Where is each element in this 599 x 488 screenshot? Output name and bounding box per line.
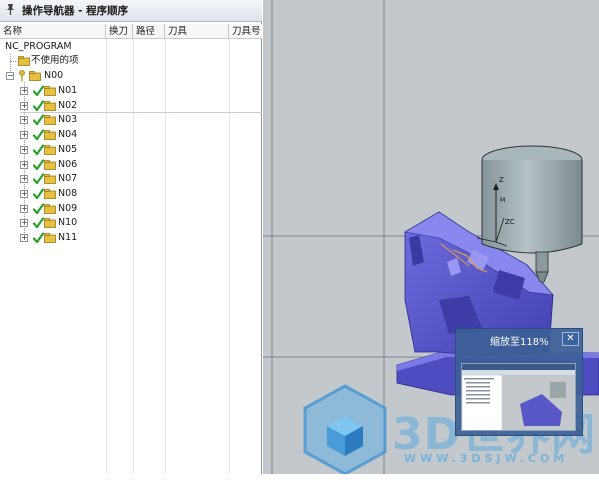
- program-folder-icon: [44, 130, 56, 140]
- expand-plus-icon[interactable]: +: [20, 116, 28, 125]
- program-folder-icon: [44, 233, 56, 243]
- zoom-preview-thumbnail: [461, 363, 576, 431]
- operation-label: N05: [58, 143, 78, 155]
- program-folder-icon: [44, 115, 56, 126]
- unused-items-label: 不使用的项: [31, 55, 79, 66]
- zoom-text: 缩放至118%: [490, 337, 549, 348]
- column-header-tool-number[interactable]: 刀具号: [229, 24, 262, 39]
- check-icon: [32, 188, 45, 200]
- zoom-notification-popup: 缩放至118% ✕: [455, 328, 583, 436]
- close-icon[interactable]: ✕: [562, 332, 579, 346]
- program-folder-icon: [44, 188, 56, 199]
- tree-row-operation[interactable]: + N08: [0, 187, 262, 201]
- program-folder-icon: [44, 86, 56, 96]
- expand-plus-icon[interactable]: +: [20, 131, 28, 140]
- tree-row-unused[interactable]: 不使用的项: [0, 54, 262, 68]
- operation-label: N02: [58, 99, 78, 111]
- program-folder-icon: [44, 218, 56, 229]
- tree-row-operation[interactable]: + N04: [0, 128, 262, 142]
- navigator-title: 操作导航器 - 程序顺序: [22, 5, 129, 17]
- operation-label: N10: [58, 217, 78, 229]
- column-header-tool[interactable]: 刀具: [165, 24, 229, 39]
- check-icon: [32, 144, 45, 156]
- check-icon: [32, 114, 45, 126]
- check-icon: [32, 158, 45, 171]
- collapse-minus-icon[interactable]: −: [6, 72, 14, 80]
- app-window: 操作导航器 - 程序顺序 名称 换刀 路径 刀具 刀具号 NC_PROGRAM …: [0, 0, 599, 488]
- operation-label: N08: [58, 187, 78, 199]
- expand-plus-icon[interactable]: +: [20, 101, 28, 110]
- key-icon: [18, 70, 26, 82]
- pin-icon[interactable]: [5, 3, 17, 17]
- check-icon: [32, 232, 45, 244]
- column-header-name[interactable]: 名称: [0, 24, 106, 39]
- tree-row-nc-program[interactable]: NC_PROGRAM: [0, 40, 262, 54]
- tree-row-operation[interactable]: + N02: [0, 99, 262, 113]
- tree-row-operation[interactable]: + N11: [0, 231, 262, 245]
- check-icon: [32, 173, 45, 185]
- program-folder-icon: [44, 144, 56, 155]
- operation-label: N09: [58, 202, 78, 214]
- status-bar: [0, 474, 599, 488]
- operation-label: N11: [58, 232, 78, 243]
- watermark-logo-icon: [303, 384, 387, 476]
- operation-label: N06: [58, 158, 78, 170]
- column-header-tool-change[interactable]: 换刀: [106, 24, 133, 39]
- tree-row-operation[interactable]: + N07: [0, 172, 262, 186]
- expand-plus-icon[interactable]: +: [20, 219, 28, 228]
- operation-label: N07: [58, 173, 78, 185]
- check-icon: [32, 85, 45, 97]
- program-folder-icon: [44, 174, 56, 185]
- tree-row-n00[interactable]: − N00: [0, 69, 262, 83]
- program-folder-icon: [29, 71, 41, 81]
- column-header-path[interactable]: 路径: [133, 24, 165, 39]
- m-axis-label: M: [500, 197, 505, 204]
- program-folder-icon: [44, 203, 56, 214]
- program-folder-icon: [44, 100, 56, 111]
- expand-plus-icon[interactable]: +: [20, 189, 28, 198]
- operation-label: N01: [58, 85, 78, 96]
- check-icon: [32, 202, 45, 215]
- n00-label: N00: [44, 70, 64, 81]
- tree-row-operation[interactable]: + N01: [0, 84, 262, 98]
- check-icon: [32, 100, 45, 112]
- expand-plus-icon[interactable]: +: [20, 87, 28, 95]
- check-icon: [32, 129, 45, 141]
- expand-plus-icon[interactable]: +: [20, 145, 28, 154]
- tree-row-operation[interactable]: + N09: [0, 202, 262, 216]
- zc-axis-label: ZC: [505, 218, 515, 226]
- operation-navigator-panel: 操作导航器 - 程序顺序 名称 换刀 路径 刀具 刀具号 NC_PROGRAM …: [0, 0, 262, 474]
- z-axis-label: Z: [499, 176, 504, 184]
- expand-plus-icon[interactable]: +: [20, 234, 28, 242]
- operation-label: N03: [58, 114, 78, 126]
- check-icon: [32, 217, 45, 229]
- column-header-row: 名称 换刀 路径 刀具 刀具号: [0, 24, 262, 39]
- nc-program-label: NC_PROGRAM: [5, 41, 72, 52]
- expand-plus-icon[interactable]: +: [20, 204, 28, 213]
- expand-plus-icon[interactable]: +: [20, 175, 28, 184]
- tree-row-operation[interactable]: + N10: [0, 216, 262, 230]
- program-folder-icon: [18, 56, 30, 66]
- tree-row-operation[interactable]: + N06: [0, 158, 262, 172]
- program-folder-icon: [44, 159, 56, 170]
- operation-label: N04: [58, 129, 78, 141]
- expand-plus-icon[interactable]: +: [20, 160, 28, 169]
- tree-row-operation[interactable]: + N03: [0, 113, 262, 127]
- watermark-url: WWW.3DSJW.COM: [404, 452, 569, 465]
- navigator-title-bar: 操作导航器 - 程序顺序: [0, 0, 262, 22]
- tree-row-operation[interactable]: + N05: [0, 143, 262, 157]
